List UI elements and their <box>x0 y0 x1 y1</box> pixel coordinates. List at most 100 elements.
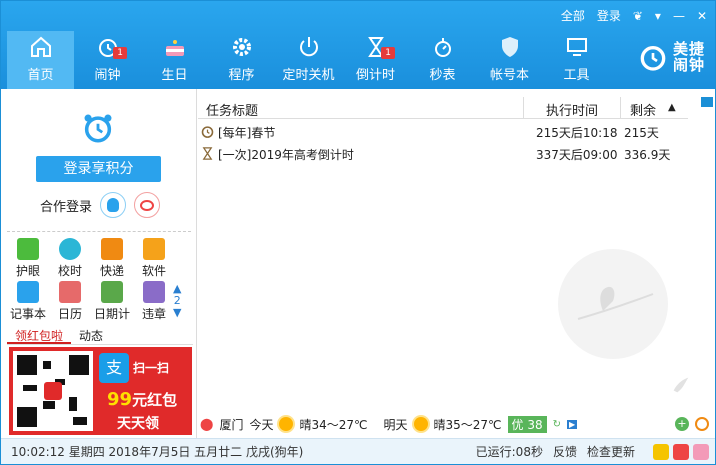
datetime-text: 10:02:12 星期四 2018年7月5日 五月廿二 戊戌(狗年) <box>11 445 304 459</box>
table-row[interactable]: [一次]2019年高考倒计时 337天后09:00 336.9天 <box>198 143 688 165</box>
coop-login: 合作登录 <box>40 192 161 218</box>
nav-label: 帐号本 <box>489 68 529 83</box>
arrow-down-icon[interactable]: ▼ <box>173 307 181 319</box>
tool-violation[interactable]: 违章 <box>133 281 175 322</box>
tool-timesync[interactable]: 校时 <box>49 238 91 279</box>
today-weather: 晴34～27℃ <box>299 417 368 432</box>
alarm-clock-icon <box>84 114 112 143</box>
skin-icon[interactable]: ❦ <box>633 9 643 23</box>
status-bar: 10:02:12 星期四 2018年7月5日 五月廿二 戊戌(狗年) 已运行:0… <box>1 438 715 464</box>
nav-stopwatch[interactable]: 秒表 <box>409 31 476 89</box>
qzone-icon[interactable] <box>653 443 669 460</box>
violation-icon <box>143 281 165 303</box>
tomorrow-weather: 晴35～27℃ <box>433 417 502 432</box>
nav-birthday[interactable]: 生日 <box>141 31 208 89</box>
nav-program[interactable]: 程序 <box>208 31 275 89</box>
tool-eyecare[interactable]: 护眼 <box>7 238 49 279</box>
ad-daily: 天天领 <box>117 416 159 432</box>
shield-icon <box>501 37 518 57</box>
add-icon[interactable]: + <box>675 417 689 431</box>
tool-datecalc[interactable]: 日期计 <box>91 281 133 322</box>
task-time: 337天后09:00 <box>536 148 618 162</box>
nav-account[interactable]: 帐号本 <box>476 31 543 89</box>
ad-scan-text: 扫一扫 <box>133 361 170 375</box>
like-icon[interactable] <box>693 443 709 460</box>
nav-label: 倒计时 <box>355 68 395 83</box>
feedback-link[interactable]: 反馈 <box>553 443 577 460</box>
gear-icon <box>232 38 251 56</box>
tool-notepad[interactable]: 记事本 <box>7 281 49 322</box>
sort-up-icon[interactable]: ▲ <box>668 102 676 113</box>
nav-label: 首页 <box>27 68 54 83</box>
tool-software[interactable]: 软件 <box>133 238 175 279</box>
weibo-icon[interactable] <box>673 443 689 460</box>
update-link[interactable]: 检查更新 <box>587 443 635 460</box>
nav-label: 定时关机 <box>282 68 335 83</box>
nav-label: 工具 <box>563 68 590 83</box>
task-panel: 任务标题 执行时间 剩余 ▲ [每年]春节 215天后10:18 215天 [一… <box>198 89 715 438</box>
sun-icon <box>279 417 294 431</box>
tool-label: 护眼 <box>15 264 40 278</box>
close-icon[interactable]: ✕ <box>697 9 707 23</box>
nav-home[interactable]: 首页 <box>7 31 74 89</box>
task-list: [每年]春节 215天后10:18 215天 [一次]2019年高考倒计时 33… <box>198 121 688 165</box>
bird-watermark <box>558 249 668 359</box>
alarm-clock-icon <box>201 126 214 138</box>
tab-redpacket[interactable]: 领红包啦 <box>7 325 72 344</box>
login-button[interactable]: 登录享积分 <box>36 156 161 182</box>
col-remain[interactable]: 剩余 <box>630 100 656 119</box>
task-remain: 336.9天 <box>624 148 671 162</box>
nav-label: 闹钟 <box>94 68 121 83</box>
top-controls: 全部 登录 ❦ ▾ — ✕ <box>561 7 707 24</box>
nav-countdown[interactable]: 1 倒计时 <box>342 31 409 89</box>
monitor-icon <box>566 38 587 56</box>
tool-grid: 护眼 校时 快递 软件 记事本 日历 日期计 违章 <box>7 238 175 322</box>
location-pin-icon: ⬤ <box>200 417 214 431</box>
task-title: [一次]2019年高考倒计时 <box>218 148 354 162</box>
col-title[interactable]: 任务标题 <box>206 100 258 119</box>
brand-line2: 闹钟 <box>672 56 705 74</box>
task-time: 215天后10:18 <box>536 126 618 140</box>
weibo-login-button[interactable] <box>134 192 161 218</box>
title-bar: 全部 登录 ❦ ▾ — ✕ 首页 1 闹钟 生日 程序 定时关机 1 倒计时 秒… <box>1 1 715 89</box>
power-icon <box>299 37 318 57</box>
weather-bar: ⬤ 厦门 今天 晴34～27℃ 明天 晴35～27℃ 优 38 ↻ ▶ + <box>198 413 715 435</box>
nav-label: 生日 <box>161 68 188 83</box>
aqi-badge: 优 38 <box>507 415 547 433</box>
refresh-icon[interactable]: ↻ <box>553 419 561 430</box>
table-header: 任务标题 执行时间 剩余 ▲ <box>198 97 688 119</box>
apps-icon <box>143 238 165 260</box>
status-icons <box>653 443 709 460</box>
nav-shutdown[interactable]: 定时关机 <box>275 31 342 89</box>
ad-amount-text: 元红包 <box>132 391 178 409</box>
tool-label: 记事本 <box>9 307 46 321</box>
ad-amount: 99元红包 <box>107 389 177 410</box>
tool-label: 校时 <box>57 264 82 278</box>
brand-line1: 美捷 <box>672 40 705 58</box>
tool-calendar[interactable]: 日历 <box>49 281 91 322</box>
scrollbar[interactable] <box>701 97 713 107</box>
bird-branch-icon <box>577 286 654 320</box>
tab-news[interactable]: 动态 <box>71 325 111 344</box>
tool-express[interactable]: 快递 <box>91 238 133 279</box>
nav-tools[interactable]: 工具 <box>543 31 610 89</box>
city-name[interactable]: 厦门 <box>219 416 243 433</box>
ad-banner[interactable]: 支 扫一扫 99元红包 天天领 <box>9 347 192 435</box>
all-menu[interactable]: 全部 <box>561 7 585 24</box>
col-time[interactable]: 执行时间 <box>546 100 598 119</box>
calendar-icon <box>59 281 81 303</box>
alipay-icon: 支 <box>99 353 129 383</box>
dropdown-icon[interactable]: ▾ <box>655 9 661 23</box>
nav-label: 秒表 <box>429 68 456 83</box>
coop-label: 合作登录 <box>40 199 93 215</box>
next-icon[interactable]: ▶ <box>567 419 578 429</box>
status-actions: 已运行:08秒 反馈 检查更新 <box>476 443 635 460</box>
table-row[interactable]: [每年]春节 215天后10:18 215天 <box>198 121 688 143</box>
clock-icon[interactable] <box>695 417 709 431</box>
nav-alarm[interactable]: 1 闹钟 <box>74 31 141 89</box>
task-title: [每年]春节 <box>218 126 276 140</box>
minimize-icon[interactable]: — <box>673 9 685 23</box>
alarm-logo-icon <box>640 46 666 71</box>
login-link[interactable]: 登录 <box>597 7 621 24</box>
qq-login-button[interactable] <box>100 192 127 218</box>
